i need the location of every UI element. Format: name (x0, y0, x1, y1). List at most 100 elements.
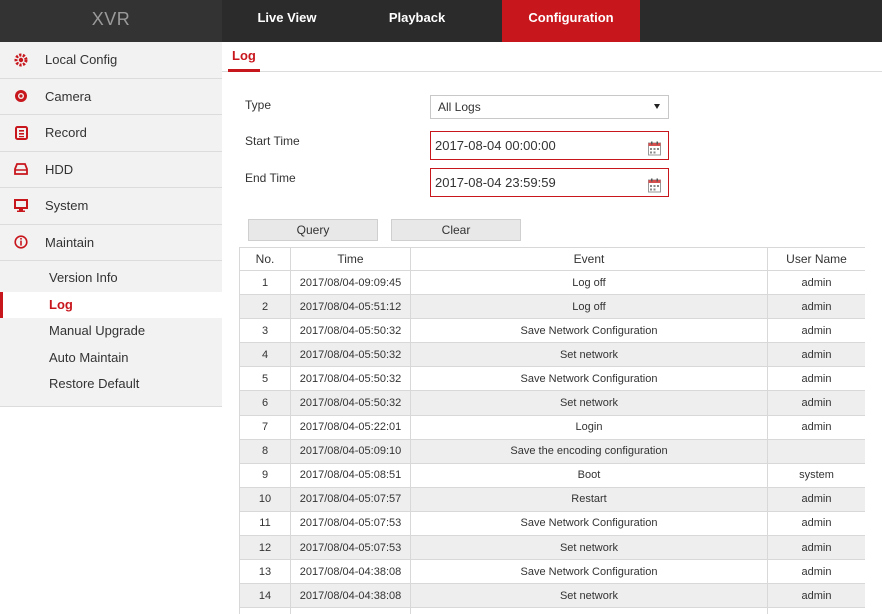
submenu-item-restore-default[interactable]: Restore Default (0, 371, 222, 398)
table-row[interactable] (239, 607, 865, 614)
column-header-no: No. (239, 247, 291, 271)
cell-user-name: admin (767, 510, 865, 537)
table-row[interactable]: 7 2017/08/04-05:22:01 Login admin (239, 414, 865, 440)
sidebar-item-camera[interactable]: Camera (0, 78, 222, 115)
calendar-icon[interactable] (648, 138, 661, 156)
cell-time: 2017/08/04-05:50:32 (290, 318, 411, 344)
sidebar-item-label: HDD (45, 161, 74, 177)
cell-user-name: admin (767, 414, 865, 440)
cell-user-name: admin (767, 342, 865, 368)
cell-time: 2017/08/04-05:51:12 (290, 294, 411, 320)
cell-event: Save Network Configuration (410, 510, 768, 537)
start-time-field[interactable]: 2017-08-04 00:00:00 (430, 131, 669, 160)
cell-event: Boot (410, 462, 768, 488)
column-header-time: Time (290, 247, 411, 271)
log-table-body: 1 2017/08/04-09:09:45 Log off admin 2 2017/08… (239, 269, 865, 614)
main-content: Log Type All Logs Start Time 2017-08-04 … (222, 42, 882, 614)
cell-time: 2017/08/04-05:07:53 (290, 535, 411, 561)
cell-event: Log off (410, 269, 768, 296)
hdd-icon (11, 159, 31, 179)
cell-time (290, 607, 411, 614)
sidebar-item-label: Local Config (45, 52, 118, 68)
cell-no: 12 (239, 535, 291, 561)
record-icon (11, 123, 31, 143)
cell-user-name: admin (767, 390, 865, 416)
column-header-user-name: User Name (767, 247, 865, 271)
sidebar-item-record[interactable]: Record (0, 115, 222, 152)
submenu-item-version-info[interactable]: Version Info (0, 265, 222, 292)
tab-live-view[interactable]: Live View (222, 0, 352, 42)
table-row[interactable]: 2 2017/08/04-05:51:12 Log off admin (239, 294, 865, 320)
cell-event: Set network (410, 583, 768, 609)
camera-icon (11, 86, 31, 106)
sidebar-item-system[interactable]: System (0, 188, 222, 225)
table-row[interactable]: 14 2017/08/04-04:38:08 Set network admin (239, 583, 865, 609)
submenu-item-log[interactable]: Log (0, 291, 222, 318)
table-row[interactable]: 11 2017/08/04-05:07:53 Save Network Config… (239, 510, 865, 537)
table-row[interactable]: 3 2017/08/04-05:50:32 Save Network Configu… (239, 318, 865, 344)
table-row[interactable]: 10 2017/08/04-05:07:57 Restart admin (239, 486, 865, 512)
cell-time: 2017/08/04-04:38:08 (290, 583, 411, 609)
cell-user-name: admin (767, 583, 865, 609)
table-row[interactable]: 12 2017/08/04-05:07:53 Set network admin (239, 535, 865, 561)
submenu-item-auto-maintain[interactable]: Auto Maintain (0, 345, 222, 372)
clear-button[interactable]: Clear (391, 219, 521, 241)
cell-user-name: admin (767, 269, 865, 296)
cell-user-name: admin (767, 318, 865, 344)
end-time-value: 2017-08-04 23:59:59 (435, 175, 556, 190)
info-icon (11, 232, 31, 252)
type-select[interactable]: All Logs (430, 95, 669, 119)
tab-playback[interactable]: Playback (352, 0, 482, 42)
cell-event: Set network (410, 342, 768, 368)
app-window: XVR Live View Playback Configuration Loc… (0, 0, 882, 614)
table-row[interactable]: 13 2017/08/04-04:38:08 Save Network Config… (239, 559, 865, 585)
table-row[interactable]: 1 2017/08/04-09:09:45 Log off admin (239, 269, 865, 296)
cell-time: 2017/08/04-05:08:51 (290, 462, 411, 488)
start-time-label: Start Time (245, 134, 300, 148)
cell-user-name: admin (767, 294, 865, 320)
chevron-down-icon (654, 104, 660, 109)
cell-time: 2017/08/04-05:07:57 (290, 486, 411, 512)
end-time-label: End Time (245, 171, 296, 185)
cell-event: Log off (410, 294, 768, 320)
calendar-icon[interactable] (648, 175, 661, 193)
table-row[interactable]: 9 2017/08/04-05:08:51 Boot system (239, 462, 865, 488)
table-row[interactable]: 6 2017/08/04-05:50:32 Set network admin (239, 390, 865, 416)
cell-user-name: admin (767, 559, 865, 585)
sidebar-item-local-config[interactable]: Local Config (0, 42, 222, 79)
cell-event (410, 607, 768, 614)
brand-logo: XVR (0, 0, 222, 42)
table-row[interactable]: 4 2017/08/04-05:50:32 Set network admin (239, 342, 865, 368)
cell-event: Set network (410, 535, 768, 561)
cell-event: Save Network Configuration (410, 366, 768, 392)
cell-time: 2017/08/04-05:22:01 (290, 414, 411, 440)
table-header-row: No. Time Event User Name (239, 247, 865, 271)
cell-user-name (767, 438, 865, 464)
query-button[interactable]: Query (248, 219, 378, 241)
table-row[interactable]: 5 2017/08/04-05:50:32 Save Network Configu… (239, 366, 865, 392)
cell-event: Save Network Configuration (410, 318, 768, 344)
cell-time: 2017/08/04-04:38:08 (290, 559, 411, 585)
sidebar-item-label: Record (45, 125, 87, 141)
cell-no: 13 (239, 559, 291, 585)
table-row[interactable]: 8 2017/08/04-05:09:10 Save the encoding co… (239, 438, 865, 464)
page-header: Log (222, 42, 882, 72)
cell-user-name: admin (767, 486, 865, 512)
cell-user-name: admin (767, 366, 865, 392)
cell-no: 9 (239, 462, 291, 488)
type-label: Type (245, 98, 272, 112)
start-time-value: 2017-08-04 00:00:00 (435, 138, 556, 153)
sidebar-item-hdd[interactable]: HDD (0, 151, 222, 188)
end-time-field[interactable]: 2017-08-04 23:59:59 (430, 168, 669, 197)
cell-time: 2017/08/04-09:09:45 (290, 269, 411, 296)
top-navigation-bar: XVR Live View Playback Configuration (0, 0, 882, 42)
log-table: No. Time Event User Name 1 2017/08/04-09:… (239, 247, 865, 614)
cell-no: 14 (239, 583, 291, 609)
maintain-submenu: Version Info Log Manual Upgrade Auto Mai… (0, 261, 222, 407)
cell-no: 2 (239, 294, 291, 320)
submenu-item-manual-upgrade[interactable]: Manual Upgrade (0, 318, 222, 345)
tab-configuration[interactable]: Configuration (502, 0, 640, 42)
title-underline (228, 69, 260, 72)
cell-event: Login (410, 414, 768, 440)
sidebar-item-maintain[interactable]: Maintain (0, 224, 222, 261)
